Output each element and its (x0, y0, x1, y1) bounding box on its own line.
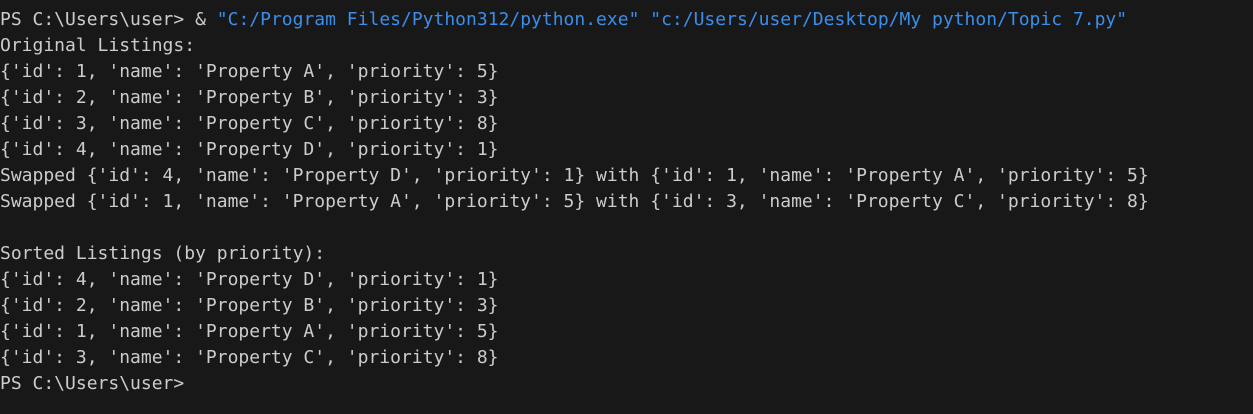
output-line-swap: Swapped {'id': 4, 'name': 'Property D', … (0, 165, 1149, 186)
output-line: {'id': 3, 'name': 'Property C', 'priorit… (0, 113, 499, 134)
output-line-blank (0, 215, 1253, 241)
output-line: {'id': 4, 'name': 'Property D', 'priorit… (0, 139, 499, 160)
terminal-panel[interactable]: PS C:\Users\user> & "C:/Program Files/Py… (0, 0, 1253, 414)
output-line: {'id': 2, 'name': 'Property B', 'priorit… (0, 295, 499, 316)
script-path: "c:/Users/user/Desktop/My python/Topic 7… (650, 9, 1128, 30)
python-exe-path: "C:/Program Files/Python312/python.exe" (216, 9, 640, 30)
output-line: {'id': 4, 'name': 'Property D', 'priorit… (0, 269, 499, 290)
output-line: {'id': 3, 'name': 'Property C', 'priorit… (0, 347, 499, 368)
output-line-swap: Swapped {'id': 1, 'name': 'Property A', … (0, 191, 1149, 212)
call-operator: & (195, 9, 217, 30)
prompt-text: PS C:\Users\user> (0, 9, 196, 30)
output-line: {'id': 1, 'name': 'Property A', 'priorit… (0, 321, 499, 342)
output-line: {'id': 2, 'name': 'Property B', 'priorit… (0, 87, 499, 108)
output-line: {'id': 1, 'name': 'Property A', 'priorit… (0, 61, 499, 82)
output-line-sorted-heading: Sorted Listings (by priority): (0, 243, 326, 264)
command-line: PS C:\Users\user> & "C:/Program Files/Py… (0, 7, 1253, 33)
final-prompt[interactable]: PS C:\Users\user> (0, 371, 1253, 397)
output-line-original-heading: Original Listings: (0, 35, 196, 56)
